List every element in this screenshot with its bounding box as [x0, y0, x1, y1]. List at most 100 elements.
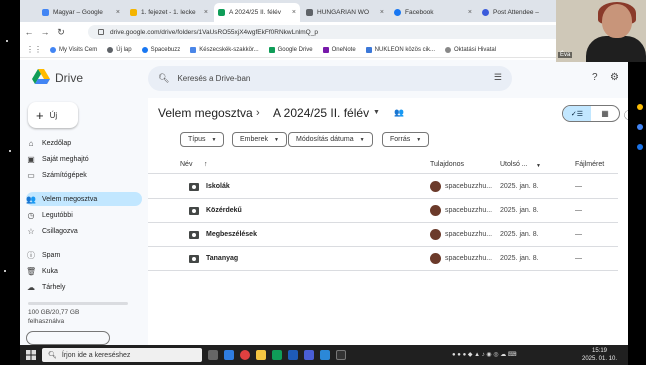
calendar-icon[interactable]	[637, 104, 643, 110]
close-tab-icon[interactable]: ×	[116, 9, 124, 16]
clock-date: 2025. 01. 10.	[582, 356, 618, 362]
bookmark[interactable]: OneNote	[322, 46, 356, 53]
sidebar-item-computers[interactable]: ▭ Számítógépek	[26, 168, 142, 182]
browser-tab[interactable]: HUNGARIAN WO ×	[302, 3, 388, 22]
grid-view-icon[interactable]: ▦	[591, 106, 619, 121]
bookmark-icon	[107, 46, 114, 53]
bookmark[interactable]: My Visits Cem	[50, 46, 98, 53]
bookmark-icon	[445, 46, 452, 53]
bookmark-label: Új lap	[116, 46, 132, 53]
file-size: —	[575, 207, 582, 214]
bookmark[interactable]: Google Drive	[268, 46, 313, 53]
browser-tab[interactable]: Post Attendee – ×	[478, 3, 564, 22]
chrome-icon[interactable]	[240, 350, 250, 360]
chevron-down-icon: ▼	[211, 136, 217, 143]
app-name[interactable]: Drive	[55, 71, 83, 85]
windows-start-icon[interactable]	[26, 350, 36, 360]
url-text: drive.google.com/drive/folders/1VaUsRO55…	[110, 28, 318, 36]
bookmark[interactable]: Készecskék-szakkör...	[190, 46, 259, 53]
sidebar-item-home[interactable]: ⌂ Kezdőlap	[26, 136, 142, 150]
bookmark[interactable]: Oktatási Hivatal	[445, 46, 496, 53]
home-icon: ⌂	[28, 138, 34, 148]
apps-grid-icon[interactable]: ⋮⋮	[26, 45, 42, 54]
bookmark-label: Készecskék-szakkör...	[199, 46, 259, 53]
table-row[interactable]: Megbeszélések spacebuzzhu... 2025. jan. …	[148, 223, 618, 247]
close-tab-icon[interactable]: ×	[292, 9, 300, 16]
tasks-icon[interactable]	[637, 144, 643, 150]
sidebar-item-spam[interactable]: ⓘ Spam	[26, 248, 142, 262]
chip-label: Forrás	[390, 136, 411, 143]
chevron-down-icon: ▼	[274, 136, 279, 143]
list-view-icon[interactable]: ✓☰	[563, 106, 591, 121]
bookmark-label: NUKLEON közös cik...	[374, 46, 436, 53]
bookmark[interactable]: NUKLEON közös cik...	[365, 46, 436, 53]
bookmark[interactable]: Új lap	[107, 46, 132, 53]
browser-tab[interactable]: Magyar – Google ×	[38, 3, 124, 22]
filter-chip-modified[interactable]: Módosítás dátuma ▼	[288, 132, 373, 147]
back-icon[interactable]: ←	[22, 27, 36, 37]
sidebar-item-starred[interactable]: ☆ Csillagozva	[26, 224, 142, 238]
browser-tab[interactable]: 1. fejezet - 1. lecke ×	[126, 3, 212, 22]
edge-icon[interactable]	[224, 350, 234, 360]
search-input[interactable]: 🔍︎ Keresés a Drive-ban ☰	[148, 66, 512, 91]
sheets-icon[interactable]	[272, 350, 282, 360]
bookmark-label: Google Drive	[277, 46, 313, 53]
keep-icon[interactable]	[637, 124, 643, 130]
filter-chip-source[interactable]: Forrás ▼	[382, 132, 430, 147]
sidebar-item-trash[interactable]: 🗑 Kuka	[26, 264, 142, 278]
column-date[interactable]: Utolsó ...	[500, 161, 528, 168]
table-row[interactable]: Közérdekű spacebuzzhu... 2025. jan. 8. —	[148, 199, 618, 223]
close-tab-icon[interactable]: ×	[380, 9, 388, 16]
sidebar-item-recent[interactable]: ◷ Legutóbbi	[26, 208, 142, 222]
view-toggle[interactable]: ✓☰ ▦	[562, 105, 620, 122]
clock[interactable]: 15:19 2025. 01. 10.	[582, 347, 617, 363]
modified-date: 2025. jan. 8.	[500, 231, 539, 238]
bookmark-label: My Visits Cem	[59, 46, 98, 53]
chevron-down-icon[interactable]: ▼	[536, 163, 541, 169]
chevron-down-icon[interactable]: ▼	[373, 109, 380, 116]
filter-chip-people[interactable]: Emberek ▼	[232, 132, 287, 147]
column-size[interactable]: Fájlméret	[575, 161, 604, 168]
app-icon[interactable]	[304, 350, 314, 360]
help-icon[interactable]: ?	[592, 72, 598, 83]
browser-tab-active[interactable]: A 2024/25 II. félév ×	[214, 3, 300, 22]
bookmark[interactable]: Spacebuzz	[141, 46, 180, 53]
table-header: Név ↑ Tulajdonos Utolsó ... ▼ Fájlméret	[148, 158, 618, 174]
file-size: —	[575, 231, 582, 238]
sidebar-item-storage[interactable]: ☁ Tárhely	[26, 280, 142, 294]
drive-logo-icon[interactable]	[32, 69, 50, 85]
sort-arrow-icon[interactable]: ↑	[204, 161, 208, 168]
app-icon[interactable]	[336, 350, 346, 360]
tab-label: 1. fejezet - 1. lecke	[141, 9, 196, 16]
plus-icon: +	[36, 107, 44, 123]
close-tab-icon[interactable]: ×	[204, 9, 212, 16]
breadcrumb-root[interactable]: Velem megosztva	[158, 106, 253, 120]
gear-icon[interactable]: ⚙	[610, 72, 619, 83]
forward-icon[interactable]: →	[38, 27, 52, 37]
reload-icon[interactable]: ↻	[54, 27, 68, 38]
sidebar-item-shared-with-me[interactable]: 👥 Velem megosztva	[26, 192, 142, 206]
table-row[interactable]: Iskolák spacebuzzhu... 2025. jan. 8. —	[148, 175, 618, 199]
breadcrumb-current[interactable]: A 2024/25 II. félév	[273, 106, 369, 120]
sidebar-item-my-drive[interactable]: ▣ Saját meghajtó	[26, 152, 142, 166]
system-tray[interactable]: ● ● ● ◆ ▲ ♪ ◉ ◎ ☁ ⌨	[452, 351, 517, 358]
word-icon[interactable]	[288, 350, 298, 360]
taskbar-search-input[interactable]: 🔍︎ Írjon ide a kereséshez	[42, 348, 202, 362]
tab-label: HUNGARIAN WO	[317, 9, 369, 16]
app-icon[interactable]	[320, 350, 330, 360]
close-tab-icon[interactable]: ×	[468, 9, 476, 16]
column-name[interactable]: Név	[180, 161, 192, 168]
storage-caption: felhasználva	[28, 318, 65, 325]
url-field[interactable]: drive.google.com/drive/folders/1VaUsRO55…	[88, 25, 578, 39]
table-row[interactable]: Tananyag spacebuzzhu... 2025. jan. 8. —	[148, 247, 618, 271]
file-explorer-icon[interactable]	[256, 350, 266, 360]
task-view-icon[interactable]	[208, 350, 218, 360]
filter-chip-type[interactable]: Típus ▼	[180, 132, 225, 147]
bookmarks-bar: ⋮⋮ My Visits Cem Új lap Spacebuzz Készec…	[20, 42, 628, 58]
search-options-icon[interactable]: ☰	[494, 72, 502, 83]
column-owner[interactable]: Tulajdonos	[430, 161, 464, 168]
browser-tab[interactable]: Facebook ×	[390, 3, 476, 22]
shared-folder-icon: 👥	[394, 108, 404, 117]
get-more-storage-button[interactable]	[26, 331, 110, 345]
new-button[interactable]: + Új	[28, 102, 78, 128]
